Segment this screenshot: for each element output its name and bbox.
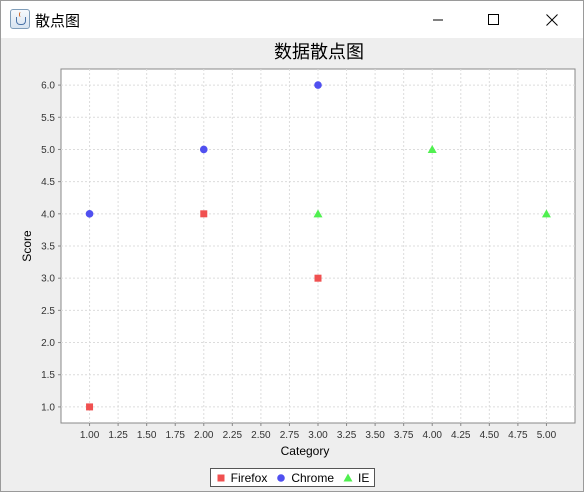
chrome-point xyxy=(314,81,322,89)
y-tick-label: 3.0 xyxy=(41,274,55,285)
minimize-icon xyxy=(433,19,443,20)
legend-label-chrome: Chrome xyxy=(291,470,335,485)
firefox-point xyxy=(314,274,322,282)
x-tick-label: 3.50 xyxy=(365,430,385,441)
chart-title: 数据散点图 xyxy=(274,42,364,63)
close-button[interactable] xyxy=(529,1,575,38)
x-tick-label: 1.25 xyxy=(108,430,128,441)
y-tick-label: 4.0 xyxy=(41,209,55,220)
app-window: 散点图 数据散点图 1.00 1.25 1.50 1.75 2.00 2.25 2.50 2.7… xyxy=(0,0,584,492)
x-tick-label: 4.75 xyxy=(508,430,528,441)
legend-swatch-ie xyxy=(343,473,353,481)
x-tick-label: 1.50 xyxy=(137,430,157,441)
chart-legend: Firefox Chrome IE xyxy=(210,468,375,487)
x-tick-label: 3.00 xyxy=(308,430,328,441)
maximize-button[interactable] xyxy=(471,1,517,38)
legend-item-ie: IE xyxy=(343,471,369,485)
x-tick-label: 2.50 xyxy=(251,430,271,441)
minimize-button[interactable] xyxy=(415,1,461,38)
y-axis-label: Score xyxy=(20,230,34,262)
x-tick-label: 2.25 xyxy=(223,430,243,441)
close-icon xyxy=(546,13,558,26)
x-tick-label: 4.50 xyxy=(480,430,500,441)
firefox-point xyxy=(200,210,208,218)
firefox-point xyxy=(86,403,94,411)
maximize-icon xyxy=(488,13,499,25)
x-tick-label: 2.00 xyxy=(194,430,214,441)
y-tick-label: 3.5 xyxy=(41,242,55,253)
x-tick-label: 1.00 xyxy=(80,430,100,441)
legend-label-firefox: Firefox xyxy=(230,470,268,485)
x-tick-label: 1.75 xyxy=(165,430,185,441)
y-tick-label: 2.0 xyxy=(41,338,55,349)
y-tick-label: 2.5 xyxy=(41,306,55,317)
x-tick-label: 3.25 xyxy=(337,430,357,441)
java-app-icon xyxy=(10,9,30,29)
legend-swatch-firefox xyxy=(217,474,225,481)
x-axis-label: Category xyxy=(281,444,330,458)
y-tick-label: 1.0 xyxy=(41,402,55,413)
title-bar[interactable]: 散点图 xyxy=(1,1,583,38)
legend-swatch-chrome xyxy=(277,473,286,482)
chrome-point xyxy=(85,210,94,218)
chrome-point xyxy=(199,145,208,154)
legend-item-firefox: Firefox xyxy=(216,470,268,485)
y-tick-label: 4.5 xyxy=(41,177,55,188)
legend-label-ie: IE xyxy=(358,470,370,485)
y-tick-label: 6.0 xyxy=(41,81,55,92)
y-tick-label: 1.5 xyxy=(41,370,55,381)
legend-item-chrome: Chrome xyxy=(276,471,334,485)
y-tick-label: 5.5 xyxy=(41,113,55,124)
x-tick-label: 4.00 xyxy=(422,430,442,441)
chart-panel: 数据散点图 1.00 1.25 1.50 1.75 2.00 2.25 2.50 2.75 3.0… xyxy=(1,38,583,491)
x-tick-label: 3.75 xyxy=(394,430,414,441)
x-tick-label: 2.75 xyxy=(280,430,300,441)
x-tick-label: 4.25 xyxy=(451,430,471,441)
window-title: 散点图 xyxy=(35,12,81,30)
x-tick-label: 5.00 xyxy=(537,430,557,441)
y-tick-label: 5.0 xyxy=(41,145,55,156)
scatter-chart: 数据散点图 1.00 1.25 1.50 1.75 2.00 2.25 2.50 2.75 3.0… xyxy=(20,42,576,458)
